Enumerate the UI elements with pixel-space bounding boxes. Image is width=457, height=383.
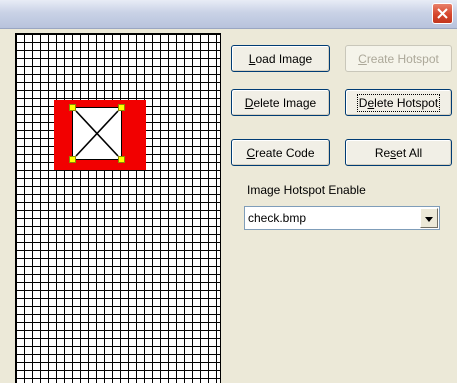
reset-all-button[interactable]: Reset All [345,139,452,166]
selected-image-value: check.bmp [248,211,307,225]
create-code-button[interactable]: Create Code [231,139,330,166]
loaded-image[interactable] [54,100,146,170]
hotspot-image-select[interactable]: check.bmp [244,206,440,230]
dropdown-arrow-button[interactable] [420,208,438,228]
load-image-button[interactable]: Load Image [231,45,330,72]
title-bar [0,0,457,29]
create-hotspot-label: Create Hotspot [358,51,439,66]
close-icon [437,8,448,19]
create-hotspot-button[interactable]: Create Hotspot [345,45,452,72]
reset-all-label: Reset All [374,145,423,160]
resize-handle-top-left[interactable] [69,104,76,111]
resize-handle-bottom-left[interactable] [69,156,76,163]
delete-hotspot-button[interactable]: Delete Hotspot [345,89,452,116]
resize-handle-bottom-right[interactable] [118,156,125,163]
chevron-down-icon [425,211,433,225]
close-button[interactable] [432,3,453,24]
load-image-label: Load Image [248,51,313,66]
delete-image-label: Delete Image [244,95,317,110]
delete-image-button[interactable]: Delete Image [231,89,330,116]
resize-handle-top-right[interactable] [118,104,125,111]
create-code-label: Create Code [246,145,315,160]
delete-hotspot-label: Delete Hotspot [356,93,441,112]
hotspot-region[interactable] [69,104,125,163]
image-canvas-grid[interactable] [15,33,221,383]
hotspot-enable-label: Image Hotspot Enable [247,183,366,197]
